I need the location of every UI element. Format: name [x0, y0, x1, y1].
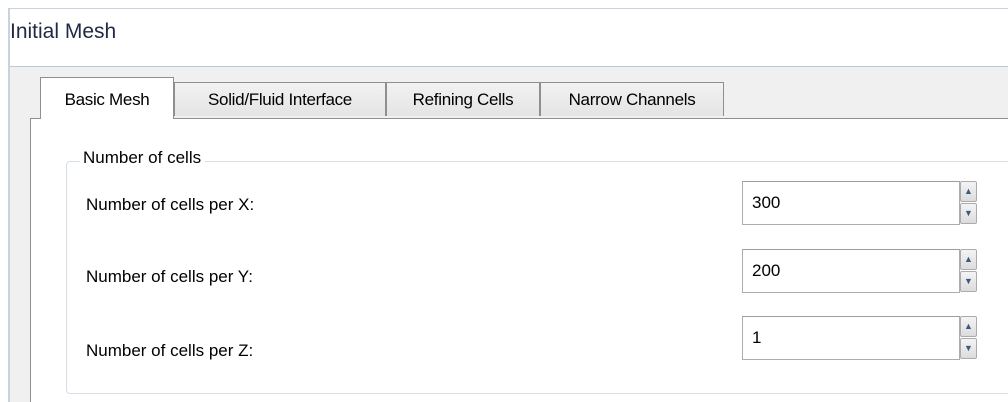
spin-down-arrow-icon[interactable]: ▼: [960, 203, 977, 224]
spin-up-arrow-icon[interactable]: ▲: [960, 249, 977, 270]
cells-per-x-label: Number of cells per X:: [86, 195, 255, 214]
cells-per-y-spinner[interactable]: ▲ ▼: [960, 249, 978, 293]
window-border-top: [8, 8, 1008, 9]
spin-up-arrow-icon[interactable]: ▲: [960, 181, 977, 202]
cells-per-z-label: Number of cells per Z:: [86, 341, 254, 360]
cells-per-x-spinner[interactable]: ▲ ▼: [960, 181, 978, 225]
cells-per-z-spinner[interactable]: ▲ ▼: [960, 316, 978, 360]
groupbox-legend: Number of cells: [80, 148, 206, 168]
cells-per-y-value: 200: [752, 261, 781, 280]
cells-per-y-label: Number of cells per Y:: [86, 267, 253, 286]
cells-per-z-value: 1: [752, 328, 762, 347]
tab-refining-cells[interactable]: Refining Cells: [386, 82, 540, 116]
tab-solid-fluid-interface[interactable]: Solid/Fluid Interface: [174, 82, 386, 116]
tab-narrow-channels[interactable]: Narrow Channels: [540, 82, 724, 116]
cells-per-x-value: 300: [752, 193, 781, 212]
spin-up-arrow-icon[interactable]: ▲: [960, 316, 977, 337]
window-title: Initial Mesh: [10, 20, 117, 43]
initial-mesh-window: Initial Mesh Basic Mesh Solid/Fluid Inte…: [0, 0, 1008, 402]
spin-down-arrow-icon[interactable]: ▼: [960, 338, 977, 359]
tab-basic-mesh[interactable]: Basic Mesh: [40, 77, 174, 119]
spin-down-arrow-icon[interactable]: ▼: [960, 271, 977, 292]
cells-per-z-input[interactable]: [742, 316, 960, 360]
